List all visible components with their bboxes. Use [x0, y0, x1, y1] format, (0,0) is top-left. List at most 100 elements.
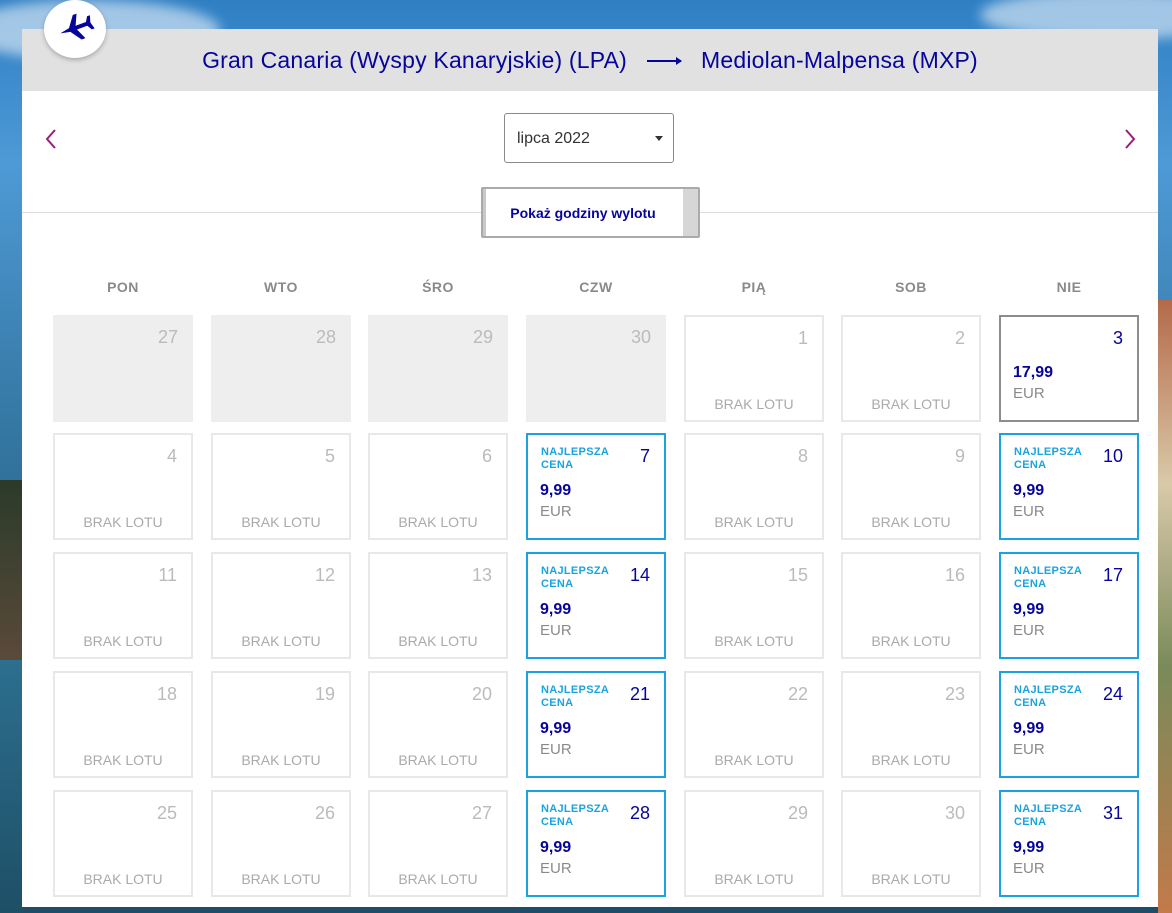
- calendar-day-cell: 30: [526, 315, 666, 422]
- toggle-knob: [683, 189, 698, 236]
- calendar-day-cell[interactable]: 17 NAJLEPSZA CENA 9,99 EUR: [999, 552, 1139, 659]
- calendar-day-cell[interactable]: 14 NAJLEPSZA CENA 9,99 EUR: [526, 552, 666, 659]
- chevron-left-icon: [42, 127, 60, 151]
- calendar-day-cell[interactable]: 21 NAJLEPSZA CENA 9,99 EUR: [526, 671, 666, 778]
- calendar-day-cell: 12 BRAK LOTU: [211, 552, 351, 659]
- show-departure-times-button[interactable]: Pokaż godziny wylotu: [481, 187, 700, 238]
- price-value: 9,99: [1013, 482, 1045, 499]
- calendar-day-cell[interactable]: 10 NAJLEPSZA CENA 9,99 EUR: [999, 433, 1139, 540]
- currency-label: EUR: [540, 741, 572, 758]
- calendar-day-cell: 20 BRAK LOTU: [368, 671, 508, 778]
- day-number: 28: [315, 327, 336, 347]
- no-flight-label: BRAK LOTU: [398, 633, 478, 649]
- airplane-badge: [44, 0, 106, 58]
- calendar-day-cell: 16 BRAK LOTU: [841, 552, 981, 659]
- route-header: Gran Canaria (Wyspy Kanaryjskie) (LPA) M…: [22, 29, 1158, 91]
- no-flight-label: BRAK LOTU: [241, 871, 321, 887]
- route-arrow-icon: [647, 57, 683, 65]
- day-number: 14: [629, 565, 650, 585]
- destination-airport: Mediolan-Malpensa (MXP): [701, 46, 978, 73]
- no-flight-label: BRAK LOTU: [714, 514, 794, 530]
- no-flight-label: BRAK LOTU: [83, 752, 163, 768]
- day-number: 29: [787, 803, 808, 823]
- calendar-day-cell: 6 BRAK LOTU: [368, 433, 508, 540]
- best-price-badge: NAJLEPSZA CENA: [541, 684, 609, 709]
- calendar-day-cell[interactable]: 7 NAJLEPSZA CENA 9,99 EUR: [526, 433, 666, 540]
- currency-label: EUR: [1013, 860, 1045, 877]
- best-price-badge: NAJLEPSZA CENA: [1014, 565, 1082, 590]
- no-flight-label: BRAK LOTU: [871, 396, 951, 412]
- price-value: 9,99: [540, 601, 572, 618]
- day-number: 30: [630, 327, 651, 347]
- day-number: 18: [156, 684, 177, 704]
- no-flight-label: BRAK LOTU: [714, 752, 794, 768]
- day-number: 13: [471, 565, 492, 585]
- best-price-badge: NAJLEPSZA CENA: [541, 446, 609, 471]
- day-number: 11: [158, 565, 177, 585]
- price-value: 9,99: [540, 839, 572, 856]
- day-number: 27: [471, 803, 492, 823]
- no-flight-label: BRAK LOTU: [83, 633, 163, 649]
- day-number: 22: [787, 684, 808, 704]
- day-number: 8: [797, 446, 808, 466]
- currency-label: EUR: [1013, 741, 1045, 758]
- price-value: 9,99: [1013, 720, 1045, 737]
- calendar-day-cell: 25 BRAK LOTU: [53, 790, 193, 897]
- day-number: 31: [1102, 803, 1123, 823]
- caret-down-icon: [655, 136, 663, 141]
- day-number: 9: [954, 446, 965, 466]
- weekday-label: ŚRO: [422, 279, 454, 295]
- calendar-day-cell: 19 BRAK LOTU: [211, 671, 351, 778]
- price-value: 9,99: [1013, 601, 1045, 618]
- weekday-label: NIE: [1056, 279, 1082, 295]
- calendar-day-cell[interactable]: 28 NAJLEPSZA CENA 9,99 EUR: [526, 790, 666, 897]
- day-number: 1: [797, 328, 808, 348]
- day-number: 10: [1102, 446, 1123, 466]
- show-departure-times-label: Pokaż godziny wylotu: [510, 204, 656, 221]
- day-number: 30: [944, 803, 965, 823]
- prev-month-button[interactable]: [42, 127, 60, 151]
- weekday-label: PIĄ: [741, 279, 767, 295]
- calendar-day-cell: 1 BRAK LOTU: [684, 315, 824, 422]
- day-number: 3: [1112, 328, 1123, 348]
- no-flight-label: BRAK LOTU: [241, 514, 321, 530]
- chevron-right-icon: [1121, 127, 1139, 151]
- calendar-day-cell: 22 BRAK LOTU: [684, 671, 824, 778]
- calendar-day-cell[interactable]: 24 NAJLEPSZA CENA 9,99 EUR: [999, 671, 1139, 778]
- month-select-value: lipca 2022: [517, 130, 590, 147]
- next-month-button[interactable]: [1121, 127, 1139, 151]
- month-select[interactable]: lipca 2022: [504, 113, 674, 163]
- currency-label: EUR: [1013, 385, 1045, 402]
- no-flight-label: BRAK LOTU: [871, 514, 951, 530]
- day-number: 6: [481, 446, 492, 466]
- no-flight-label: BRAK LOTU: [871, 871, 951, 887]
- calendar-day-cell: 27: [53, 315, 193, 422]
- calendar-day-cell: 11 BRAK LOTU: [53, 552, 193, 659]
- calendar-day-cell: 29 BRAK LOTU: [684, 790, 824, 897]
- day-number: 24: [1102, 684, 1123, 704]
- price-value: 9,99: [1013, 839, 1045, 856]
- calendar-day-cell: 2 BRAK LOTU: [841, 315, 981, 422]
- calendar-day-cell: 29: [368, 315, 508, 422]
- no-flight-label: BRAK LOTU: [241, 633, 321, 649]
- calendar-day-cell[interactable]: 3 17,99 EUR: [999, 315, 1139, 422]
- day-number: 25: [156, 803, 177, 823]
- calendar-day-cell: 26 BRAK LOTU: [211, 790, 351, 897]
- day-number: 4: [166, 446, 177, 466]
- calendar-day-cell: 9 BRAK LOTU: [841, 433, 981, 540]
- no-flight-label: BRAK LOTU: [398, 871, 478, 887]
- calendar-day-cell[interactable]: 31 NAJLEPSZA CENA 9,99 EUR: [999, 790, 1139, 897]
- no-flight-label: BRAK LOTU: [714, 871, 794, 887]
- best-price-badge: NAJLEPSZA CENA: [1014, 684, 1082, 709]
- best-price-badge: NAJLEPSZA CENA: [1014, 446, 1082, 471]
- no-flight-label: BRAK LOTU: [83, 514, 163, 530]
- origin-airport: Gran Canaria (Wyspy Kanaryjskie) (LPA): [202, 46, 628, 73]
- no-flight-label: BRAK LOTU: [714, 396, 794, 412]
- airplane-icon: [55, 7, 95, 52]
- currency-label: EUR: [1013, 622, 1045, 639]
- price-value: 9,99: [540, 482, 572, 499]
- price-value: 9,99: [540, 720, 572, 737]
- calendar-day-cell: 13 BRAK LOTU: [368, 552, 508, 659]
- day-number: 23: [944, 684, 965, 704]
- day-number: 19: [314, 684, 335, 704]
